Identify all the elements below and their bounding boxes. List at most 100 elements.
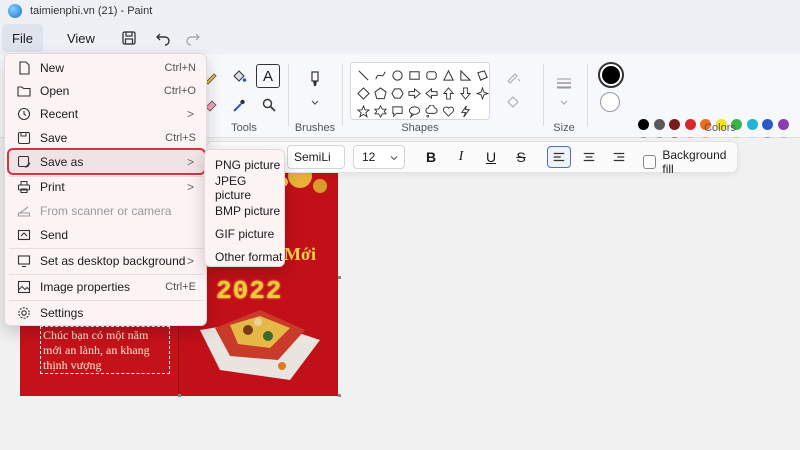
canvas-resize-handle[interactable]	[338, 394, 341, 397]
shapes-group: Shapes	[350, 58, 490, 138]
ribbon-divider	[288, 64, 289, 126]
menu-item-open[interactable]: Open Ctrl+O	[9, 79, 204, 102]
menu-item-label: From scanner or camera	[40, 203, 172, 218]
primary-color[interactable]	[598, 62, 624, 88]
align-left-button[interactable]	[547, 146, 571, 168]
card-text-heading: Mới	[284, 244, 316, 264]
menu-item-save-as[interactable]: Save as >	[7, 148, 206, 175]
line-size-icon[interactable]	[553, 72, 575, 94]
gear-icon	[17, 306, 31, 320]
menu-item-save[interactable]: Save Ctrl+S	[9, 126, 204, 149]
align-right-button[interactable]	[607, 146, 631, 168]
submenu-item-other-format[interactable]: Other format	[205, 245, 284, 268]
menu-item-shortcut: Ctrl+S	[165, 131, 196, 144]
tools-group: A Tools	[200, 58, 280, 138]
paint-app-icon	[8, 4, 22, 18]
chevron-right-icon: >	[186, 179, 194, 194]
card-year-text: 2022	[216, 276, 283, 306]
strikethrough-button[interactable]: S	[509, 146, 533, 168]
file-menu-dropdown: New Ctrl+N Open Ctrl+O Recent > Save Ctr…	[4, 53, 207, 326]
menu-item-label: Print	[40, 179, 65, 194]
submenu-item-bmp[interactable]: BMP picture	[205, 199, 284, 222]
fill-bucket-icon[interactable]	[228, 66, 250, 88]
menu-item-shortcut: Ctrl+N	[164, 61, 196, 74]
folder-icon	[17, 84, 31, 98]
align-center-button[interactable]	[577, 146, 601, 168]
redo-icon[interactable]	[179, 24, 207, 52]
align-center-icon	[583, 152, 595, 162]
ribbon-divider	[342, 64, 343, 126]
menu-item-label: Image properties	[40, 279, 131, 294]
brushes-group: Brushes	[292, 58, 338, 138]
brush-icon[interactable]	[304, 68, 326, 90]
ribbon-divider	[543, 64, 544, 126]
save-as-submenu: PNG picture JPEG picture BMP picture GIF…	[204, 149, 285, 267]
menu-item-label: Open	[40, 83, 70, 98]
align-right-icon	[613, 152, 625, 162]
shapes-label: Shapes	[401, 122, 439, 134]
menu-item-settings[interactable]: Settings	[9, 301, 204, 324]
color-picker-icon[interactable]	[228, 94, 250, 116]
brushes-label: Brushes	[294, 122, 336, 134]
outline-icon[interactable]	[502, 66, 524, 88]
file-menu-button[interactable]: File	[2, 24, 43, 52]
menu-item-label: Save as	[40, 154, 84, 169]
menu-item-label: Save	[40, 130, 68, 145]
ribbon-divider	[587, 64, 588, 126]
printer-icon	[17, 180, 31, 194]
canvas-resize-handle[interactable]	[178, 394, 181, 397]
chevron-down-icon	[390, 156, 398, 161]
menu-item-scanner[interactable]: From scanner or camera	[9, 199, 204, 222]
chevron-right-icon: >	[186, 154, 194, 169]
submenu-item-gif[interactable]: GIF picture	[205, 222, 284, 245]
menu-item-shortcut: Ctrl+E	[165, 280, 196, 293]
bold-button[interactable]: B	[419, 146, 443, 168]
view-menu-button[interactable]: View	[57, 24, 105, 52]
size-label: Size	[553, 122, 575, 134]
submenu-item-jpeg[interactable]: JPEG picture	[205, 174, 284, 202]
fill-icon[interactable]	[502, 92, 524, 114]
background-fill-toggle[interactable]: Background fill	[643, 148, 737, 176]
text-selection-box[interactable]: Chúc bạn có một năm mới an lành, an khan…	[40, 326, 170, 374]
tools-label: Tools	[231, 122, 257, 134]
menu-item-print[interactable]: Print >	[9, 175, 204, 198]
menu-item-send[interactable]: Send	[9, 223, 204, 246]
undo-icon[interactable]	[149, 24, 177, 52]
background-fill-checkbox[interactable]	[643, 155, 657, 169]
menu-item-label: Send	[40, 227, 69, 242]
italic-button[interactable]: I	[449, 146, 473, 168]
chevron-down-icon[interactable]	[553, 92, 575, 114]
magnifier-icon[interactable]	[258, 94, 280, 116]
menu-item-desktop-background[interactable]: Set as desktop background >	[9, 249, 204, 272]
window-title: taimienphi.vn (21) - Paint	[30, 5, 153, 17]
font-size-value: 12	[362, 150, 376, 164]
menu-bar: File View	[0, 22, 800, 54]
colors-label: Colors	[704, 122, 736, 134]
font-family-dropdown[interactable]: SemiLi	[287, 145, 345, 169]
menu-item-image-properties[interactable]: Image properties Ctrl+E	[9, 275, 204, 298]
align-left-icon	[553, 152, 565, 162]
send-icon	[17, 228, 31, 242]
canvas-resize-handle[interactable]	[338, 276, 341, 279]
chevron-right-icon: >	[186, 253, 194, 268]
menu-item-label: Set as desktop background	[40, 253, 186, 268]
save-icon[interactable]	[115, 24, 143, 52]
font-size-dropdown[interactable]: 12	[353, 145, 405, 169]
menu-item-label: Settings	[40, 305, 84, 320]
menu-item-label: Recent	[40, 106, 79, 121]
image-properties-icon	[17, 280, 31, 294]
menu-item-new[interactable]: New Ctrl+N	[9, 56, 204, 79]
text-format-toolbar: SemiLi 12 B I U S Background fill	[206, 141, 738, 176]
menu-item-shortcut: Ctrl+O	[163, 84, 196, 97]
size-group: Size	[548, 58, 580, 138]
text-tool-button[interactable]: A	[256, 64, 280, 88]
scanner-icon	[17, 204, 31, 218]
secondary-color[interactable]	[600, 92, 620, 112]
colors-group: Colors	[640, 58, 800, 138]
background-fill-label: Background fill	[662, 148, 727, 176]
desktop-icon	[17, 254, 31, 268]
underline-button[interactable]: U	[479, 146, 503, 168]
chevron-right-icon: >	[186, 106, 194, 121]
menu-item-recent[interactable]: Recent >	[9, 102, 204, 125]
chevron-down-icon[interactable]	[304, 92, 326, 114]
